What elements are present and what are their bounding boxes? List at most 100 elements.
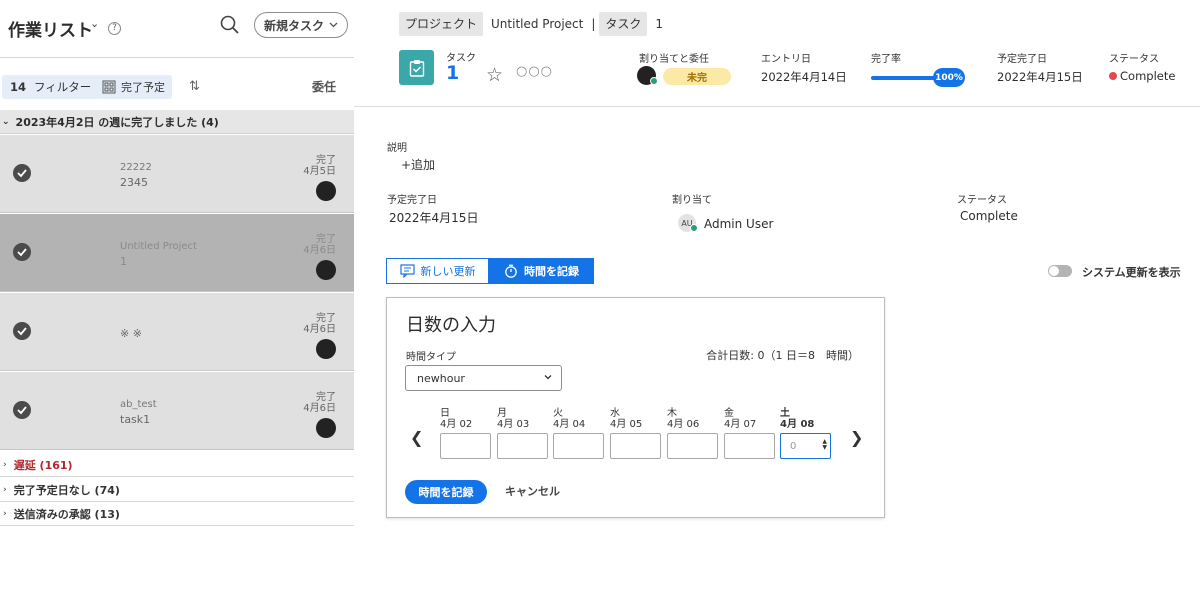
more-options-icon[interactable]: ○○○ (516, 64, 553, 79)
grid-icon (102, 80, 116, 94)
breadcrumb: プロジェクト Untitled Project | タスク 1 (399, 12, 671, 36)
day-column-tue: 火 4月 04 (553, 408, 605, 459)
assignee-field-value[interactable]: Admin User (704, 217, 773, 231)
task-project: 22222 (120, 162, 152, 173)
log-time-card: 日数の入力 時間タイプ 合計日数: 0（1 日＝8 時間） newhour ❮ … (386, 297, 885, 518)
task-row[interactable]: ※ ※ 完了 4月6日 (0, 293, 354, 371)
day-date: 4月 06 (667, 419, 700, 430)
entry-date-label: エントリ日 (761, 54, 811, 65)
task-detail-panel: プロジェクト Untitled Project | タスク 1 タスク 1 ☆ … (354, 0, 1200, 600)
day-hours-input[interactable] (497, 433, 548, 459)
log-time-label: 時間を記録 (524, 265, 579, 278)
task-name: 1 (120, 255, 127, 268)
task-number: 1 (446, 62, 460, 84)
filter-button[interactable]: 14 フィルター (2, 75, 100, 99)
check-circle-icon[interactable] (13, 401, 31, 419)
breadcrumb-project-tag: プロジェクト (399, 12, 484, 36)
due-date-label: 予定完了日 (997, 54, 1047, 65)
day-name: 木 (667, 408, 677, 419)
progress-label: 完了率 (871, 54, 901, 65)
comment-icon (399, 264, 415, 278)
task-project: Untitled Project (120, 241, 197, 252)
task-row[interactable]: ab_test task1 完了 4月6日 (0, 372, 354, 450)
avatar (316, 181, 336, 201)
log-time-button[interactable]: 時間を記録 (405, 480, 487, 504)
group-title: 送信済みの承認 (13) (13, 507, 120, 521)
check-circle-icon[interactable] (13, 243, 31, 261)
due-date-value[interactable]: 2022年4月15日 (997, 69, 1083, 85)
day-hours-value: 0 (790, 440, 797, 452)
task-project: ab_test (120, 399, 157, 410)
breadcrumb-separator: | (591, 17, 596, 31)
chevron-down-icon[interactable]: ⌄ (90, 17, 99, 30)
day-date: 4月 05 (610, 419, 643, 430)
day-name: 水 (610, 408, 620, 419)
day-name: 日 (440, 408, 450, 419)
status-field-value[interactable]: Complete (960, 209, 1018, 223)
day-name: 土 (780, 408, 790, 419)
status-field-label: ステータス (957, 195, 1007, 206)
day-column-fri: 金 4月 07 (724, 408, 776, 459)
status-value[interactable]: Complete (1120, 69, 1175, 83)
day-hours-input[interactable] (440, 433, 491, 459)
overdue-group-header[interactable]: › 遅延 (161) (0, 453, 354, 477)
hour-type-label: 時間タイプ (406, 352, 456, 363)
description-label: 説明 (387, 143, 407, 154)
sent-approvals-group-header[interactable]: › 送信済みの承認 (13) (0, 502, 354, 526)
day-hours-input[interactable] (553, 433, 604, 459)
cancel-button[interactable]: キャンセル (505, 483, 560, 499)
day-hours-input[interactable] (667, 433, 718, 459)
add-description-link[interactable]: +追加 (401, 156, 435, 173)
group-by-due-button[interactable]: 完了予定 (95, 75, 172, 99)
progress-value: 100% (933, 68, 965, 87)
task-name: task1 (120, 413, 151, 426)
log-time-tab[interactable]: 時間を記録 (489, 258, 594, 284)
search-icon[interactable] (219, 14, 241, 36)
completed-week-group-header[interactable]: ⌄ 2023年4月2日 の週に完了しました (4) (0, 110, 354, 134)
next-week-icon[interactable]: ❯ (850, 428, 863, 447)
help-icon[interactable]: ? (108, 22, 121, 35)
entry-date-value: 2022年4月14日 (761, 70, 847, 84)
breadcrumb-project-link[interactable]: Untitled Project (483, 17, 591, 31)
day-hours-input[interactable] (724, 433, 775, 459)
assign-label: 割り当てと委任 (639, 54, 709, 65)
task-row[interactable]: 22222 2345 完了 4月5日 (0, 135, 354, 213)
stepper-arrows-icon[interactable]: ▲ ▼ (822, 439, 827, 451)
work-list-title[interactable]: 作業リスト (8, 16, 93, 41)
chevron-down-icon (544, 375, 552, 380)
system-updates-toggle[interactable] (1048, 265, 1072, 277)
day-hours-input[interactable] (610, 433, 661, 459)
due-date-field-value[interactable]: 2022年4月15日 (389, 209, 478, 226)
task-row-selected[interactable]: Untitled Project 1 完了 4月6日 (0, 214, 354, 292)
day-hours-input-active[interactable]: 0 ▲ ▼ (780, 433, 831, 459)
no-due-date-group-header[interactable]: › 完了予定日なし (74) (0, 478, 354, 502)
task-status: 完了 4月6日 (303, 392, 336, 414)
hour-type-value: newhour (417, 371, 465, 385)
group-by-due-label: 完了予定 (121, 81, 165, 94)
day-column-wed: 水 4月 05 (610, 408, 662, 459)
hour-type-select[interactable]: newhour (405, 365, 562, 391)
previous-week-icon[interactable]: ❮ (410, 428, 423, 447)
day-name: 火 (553, 408, 563, 419)
status-badge[interactable]: 未完 (663, 68, 731, 85)
check-circle-icon[interactable] (13, 164, 31, 182)
check-circle-icon[interactable] (13, 322, 31, 340)
stopwatch-icon (505, 264, 517, 278)
new-update-tab[interactable]: 新しい更新 (386, 258, 489, 284)
sort-icon[interactable]: ⇅ (189, 79, 200, 94)
task-name: 2345 (120, 176, 148, 189)
online-status-icon (650, 77, 658, 85)
star-icon[interactable]: ☆ (486, 64, 503, 86)
chevron-right-icon: › (3, 508, 7, 519)
delegate-tab[interactable]: 委任 (312, 78, 336, 95)
new-task-button[interactable]: 新規タスク (254, 12, 348, 38)
filter-label: フィルター (34, 80, 92, 94)
due-date-field-label: 予定完了日 (387, 195, 437, 206)
work-list-panel: 作業リスト ⌄ ? 新規タスク 14 フィルター 完了予定 ⇅ 委任 ⌄ 202… (0, 0, 354, 600)
assignee-field-label: 割り当て (672, 195, 712, 206)
filter-count: 14 (10, 80, 27, 94)
new-update-label: 新しい更新 (420, 265, 476, 278)
task-status: 完了 4月6日 (303, 313, 336, 335)
day-column-mon: 月 4月 03 (497, 408, 549, 459)
day-column-sat: 土 4月 08 0 ▲ ▼ (780, 408, 832, 459)
